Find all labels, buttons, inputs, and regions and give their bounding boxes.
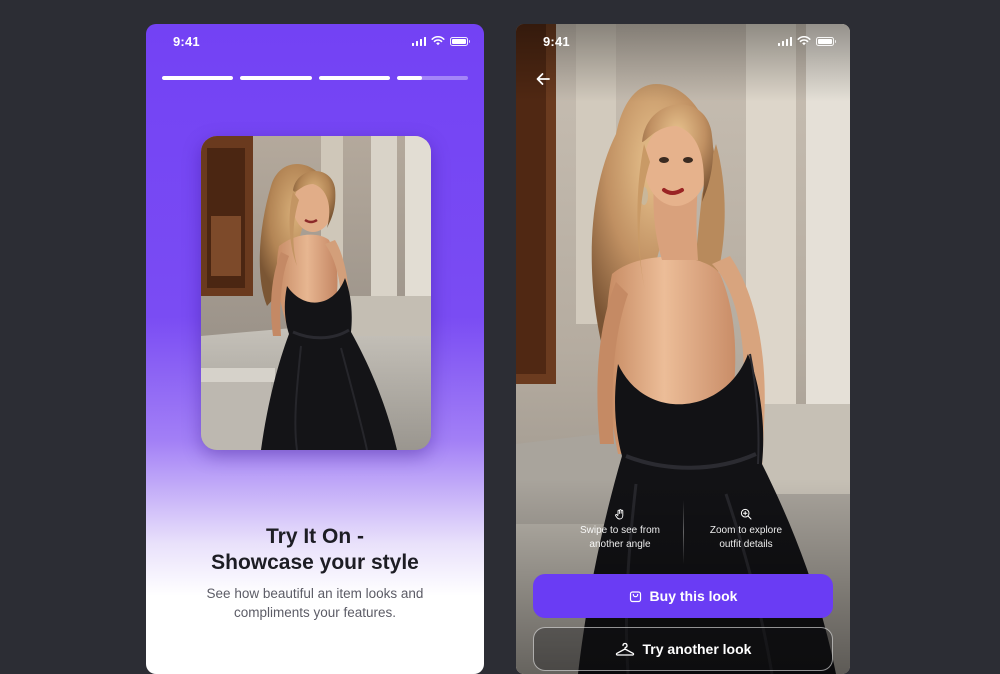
try-another-look-button[interactable]: Try another look: [533, 627, 833, 671]
back-button[interactable]: [532, 68, 554, 90]
wifi-icon: [431, 36, 445, 46]
hand-swipe-icon: [615, 509, 624, 520]
progress-segment-fill: [240, 76, 312, 80]
model-photo-card: [201, 136, 431, 450]
progress-segment: [396, 76, 468, 80]
progress-segment-fill: [318, 76, 390, 80]
status-bar: 9:41: [516, 24, 850, 58]
hanger-icon: [615, 642, 634, 656]
signal-icon: [777, 36, 792, 46]
model-photo: [201, 136, 431, 450]
subtitle-line: See how beautiful an item looks and: [206, 586, 424, 601]
tryon-screen: 9:41 Swipe to see from another angle Zoo…: [516, 24, 850, 674]
progress-segment-fill: [162, 76, 234, 80]
progress-segment: [318, 76, 390, 80]
hint-text: Swipe to see from: [579, 525, 661, 536]
hint-text: another angle: [589, 539, 651, 550]
arrow-left-icon: [536, 73, 550, 85]
wifi-icon: [797, 36, 811, 46]
hint-zoom: Zoom to explore outfit details: [682, 508, 810, 552]
progress-segment: [162, 76, 234, 80]
battery-icon: [450, 36, 470, 46]
try-another-button-label: Try another look: [642, 641, 752, 657]
status-time: 9:41: [543, 34, 570, 49]
zoom-in-icon: [740, 508, 752, 520]
status-bar: 9:41: [146, 24, 484, 58]
buy-this-look-button[interactable]: Buy this look: [533, 574, 833, 618]
buy-button-label: Buy this look: [649, 588, 738, 604]
progress-segment: [240, 76, 312, 80]
status-time: 9:41: [173, 34, 200, 49]
signal-icon: [411, 36, 426, 46]
hint-swipe: Swipe to see from another angle: [556, 508, 684, 552]
onboarding-subtitle: See how beautiful an item looks and comp…: [146, 584, 484, 622]
onboarding-title: Try It On - Showcase your style: [146, 524, 484, 576]
progress-segment-fill: [396, 76, 422, 80]
onboarding-progress: [162, 76, 468, 80]
battery-icon: [816, 36, 836, 46]
title-line: Try It On -: [265, 525, 364, 548]
hint-text: Zoom to explore: [709, 525, 783, 536]
hint-text: outfit details: [719, 539, 773, 550]
onboarding-screen: 9:41 Try It On - Showcase your style See…: [146, 24, 484, 674]
title-line: Showcase your style: [211, 551, 419, 574]
shopping-bag-icon: [629, 590, 641, 602]
subtitle-line: compliments your features.: [233, 605, 397, 620]
